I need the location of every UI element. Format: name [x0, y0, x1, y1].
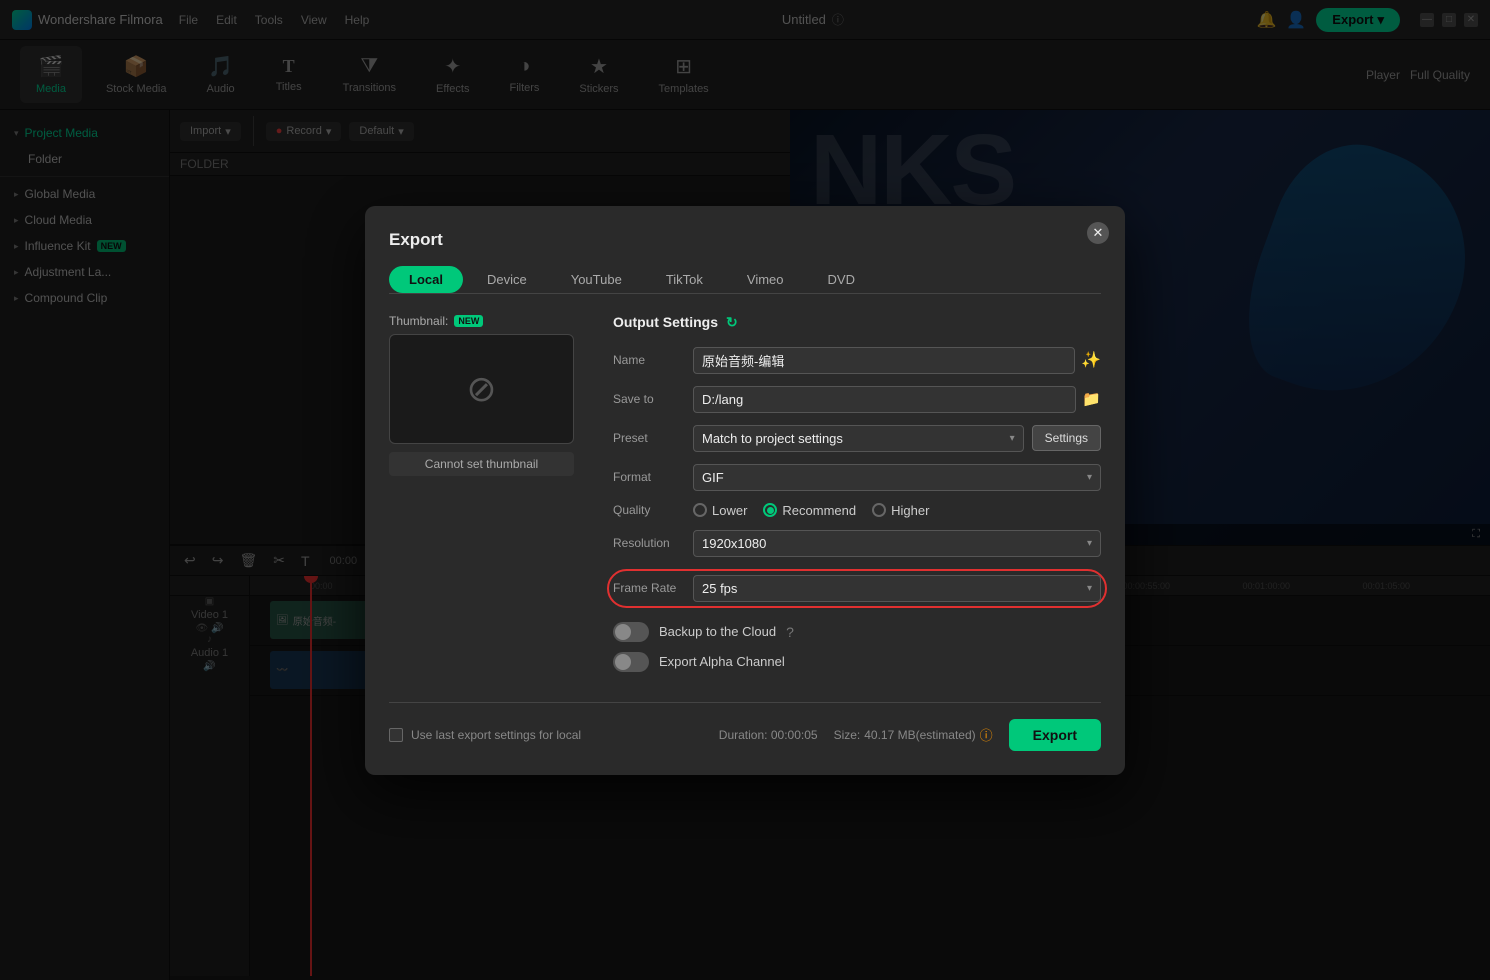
modal-close-button[interactable]: ✕ — [1087, 222, 1109, 244]
ai-name-button[interactable]: ✨ — [1081, 350, 1101, 370]
thumbnail-box: ⊘ — [389, 334, 574, 444]
save-to-input[interactable] — [702, 392, 1067, 407]
export-alpha-label: Export Alpha Channel — [659, 654, 785, 669]
tab-local[interactable]: Local — [389, 266, 463, 293]
export-modal: ✕ Export Local Device YouTube TikTok Vim… — [365, 206, 1125, 775]
resolution-row: Resolution 1920x1080 ▾ — [613, 530, 1101, 557]
quality-recommend-radio — [763, 503, 777, 517]
modal-overlay: ✕ Export Local Device YouTube TikTok Vim… — [0, 0, 1490, 980]
save-to-label: Save to — [613, 392, 693, 406]
output-settings-header: Output Settings ↻ — [613, 314, 1101, 331]
preset-chevron: ▾ — [1010, 433, 1015, 444]
output-settings-label: Output Settings — [613, 314, 718, 330]
format-label: Format — [613, 470, 693, 484]
frame-rate-chevron: ▾ — [1087, 583, 1092, 594]
modal-title: Export — [389, 230, 1101, 250]
refresh-icon[interactable]: ↻ — [726, 314, 738, 331]
quality-recommend-label: Recommend — [782, 503, 856, 518]
size-value: 40.17 MB(estimated) — [864, 728, 975, 742]
preset-select[interactable]: Match to project settings ▾ — [693, 425, 1024, 452]
preset-value: Match to project settings — [702, 431, 843, 446]
tab-tiktok[interactable]: TikTok — [646, 266, 723, 293]
backup-row: Backup to the Cloud ? — [613, 622, 1101, 642]
export-alpha-toggle[interactable] — [613, 652, 649, 672]
modal-body: Thumbnail: NEW ⊘ Cannot set thumbnail Ou… — [389, 314, 1101, 682]
modal-left: Thumbnail: NEW ⊘ Cannot set thumbnail — [389, 314, 589, 682]
tab-local-label: Local — [409, 272, 443, 287]
resolution-select[interactable]: 1920x1080 ▾ — [693, 530, 1101, 557]
footer-right: Duration: 00:00:05 Size: 40.17 MB(estima… — [719, 719, 1101, 751]
size-label: Size: — [834, 728, 861, 742]
quality-higher[interactable]: Higher — [872, 503, 929, 518]
tab-device-label: Device — [487, 272, 527, 287]
tab-dvd-label: DVD — [828, 272, 855, 287]
backup-label: Backup to the Cloud — [659, 624, 776, 639]
export-tabs: Local Device YouTube TikTok Vimeo DVD — [389, 266, 1101, 294]
format-value: GIF — [702, 470, 724, 485]
frame-rate-label: Frame Rate — [613, 581, 693, 595]
backup-help-icon[interactable]: ? — [786, 624, 794, 640]
thumbnail-section: Thumbnail: NEW ⊘ Cannot set thumbnail — [389, 314, 589, 476]
quality-recommend[interactable]: Recommend — [763, 503, 856, 518]
tab-youtube-label: YouTube — [571, 272, 622, 287]
duration-value: 00:00:05 — [771, 728, 818, 742]
thumbnail-label: Thumbnail: NEW — [389, 314, 589, 328]
resolution-value: 1920x1080 — [702, 536, 766, 551]
quality-radio-group: Lower Recommend Higher — [693, 503, 929, 518]
footer-left: Use last export settings for local — [389, 728, 581, 742]
last-export-label: Use last export settings for local — [411, 728, 581, 742]
quality-lower[interactable]: Lower — [693, 503, 747, 518]
format-row: Format GIF ▾ — [613, 464, 1101, 491]
modal-footer: Use last export settings for local Durat… — [389, 702, 1101, 751]
backup-knob — [615, 624, 631, 640]
duration-info: Duration: 00:00:05 — [719, 728, 818, 742]
preset-label: Preset — [613, 431, 693, 445]
export-alpha-knob — [615, 654, 631, 670]
format-select[interactable]: GIF ▾ — [693, 464, 1101, 491]
quality-higher-label: Higher — [891, 503, 929, 518]
format-chevron: ▾ — [1087, 472, 1092, 483]
thumbnail-placeholder-icon: ⊘ — [466, 368, 496, 410]
quality-higher-radio — [872, 503, 886, 517]
name-input[interactable] — [702, 353, 1066, 368]
export-modal-label: Export — [1033, 727, 1077, 743]
tab-vimeo-label: Vimeo — [747, 272, 784, 287]
tab-dvd[interactable]: DVD — [808, 266, 875, 293]
thumbnail-badge: NEW — [454, 315, 483, 327]
quality-row: Quality Lower Recommend Higher — [613, 503, 1101, 518]
backup-toggle[interactable] — [613, 622, 649, 642]
quality-label: Quality — [613, 503, 693, 517]
tab-device[interactable]: Device — [467, 266, 547, 293]
tab-youtube[interactable]: YouTube — [551, 266, 642, 293]
cannot-thumbnail-button[interactable]: Cannot set thumbnail — [389, 452, 574, 476]
folder-browse-button[interactable]: 📁 — [1082, 390, 1101, 408]
resolution-label: Resolution — [613, 536, 693, 550]
frame-rate-value: 25 fps — [702, 581, 737, 596]
export-modal-button[interactable]: Export — [1009, 719, 1101, 751]
modal-right: Output Settings ↻ Name ✨ Save to — [613, 314, 1101, 682]
size-warning-icon: ⓘ — [980, 725, 993, 744]
cannot-thumbnail-label: Cannot set thumbnail — [425, 457, 538, 471]
name-row: Name ✨ — [613, 347, 1101, 374]
save-to-row: Save to 📁 — [613, 386, 1101, 413]
name-input-wrapper — [693, 347, 1075, 374]
save-to-input-wrapper — [693, 386, 1076, 413]
tab-vimeo[interactable]: Vimeo — [727, 266, 804, 293]
name-label: Name — [613, 353, 693, 367]
tab-tiktok-label: TikTok — [666, 272, 703, 287]
export-alpha-row: Export Alpha Channel — [613, 652, 1101, 672]
quality-lower-radio — [693, 503, 707, 517]
settings-label: Settings — [1045, 431, 1088, 445]
close-icon: ✕ — [1093, 225, 1104, 241]
preset-row: Preset Match to project settings ▾ Setti… — [613, 425, 1101, 452]
thumbnail-text: Thumbnail: — [389, 314, 448, 328]
frame-rate-select[interactable]: 25 fps ▾ — [693, 575, 1101, 602]
frame-rate-row: Frame Rate 25 fps ▾ — [607, 569, 1107, 608]
quality-lower-label: Lower — [712, 503, 747, 518]
preset-settings-button[interactable]: Settings — [1032, 425, 1101, 451]
size-info: Size: 40.17 MB(estimated) ⓘ — [834, 725, 993, 744]
resolution-chevron: ▾ — [1087, 538, 1092, 549]
duration-label: Duration: — [719, 728, 768, 742]
last-export-checkbox[interactable] — [389, 728, 403, 742]
